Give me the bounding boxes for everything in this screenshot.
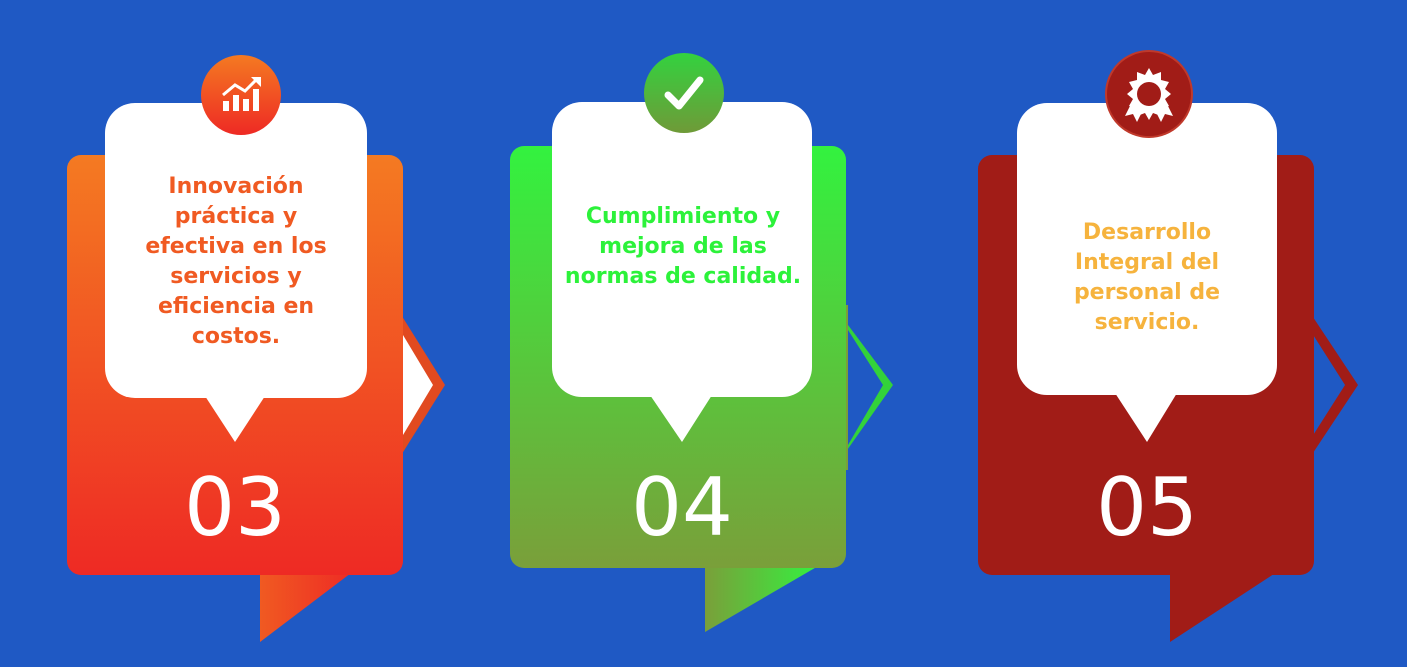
step-03-text: Innovación práctica y efectiva en los se… bbox=[145, 174, 327, 349]
step-03-number: 03 bbox=[184, 461, 286, 554]
award-badge-icon bbox=[1107, 52, 1191, 136]
step-04-text: Cumplimiento y mejora de las normas de c… bbox=[564, 204, 802, 289]
step-card-05: Desarrollo Integral del personal de serv… bbox=[965, 0, 1405, 667]
growth-chart-icon bbox=[201, 55, 281, 135]
step-05-text: Desarrollo Integral del personal de serv… bbox=[1073, 220, 1221, 335]
step-card-03: Innovación práctica y efectiva en los se… bbox=[55, 0, 495, 667]
step-04-number: 04 bbox=[631, 461, 733, 554]
step-card-04: Cumplimiento y mejora de las normas de c… bbox=[500, 0, 940, 667]
checkmark-icon bbox=[644, 53, 724, 133]
step-05-number: 05 bbox=[1096, 461, 1198, 554]
